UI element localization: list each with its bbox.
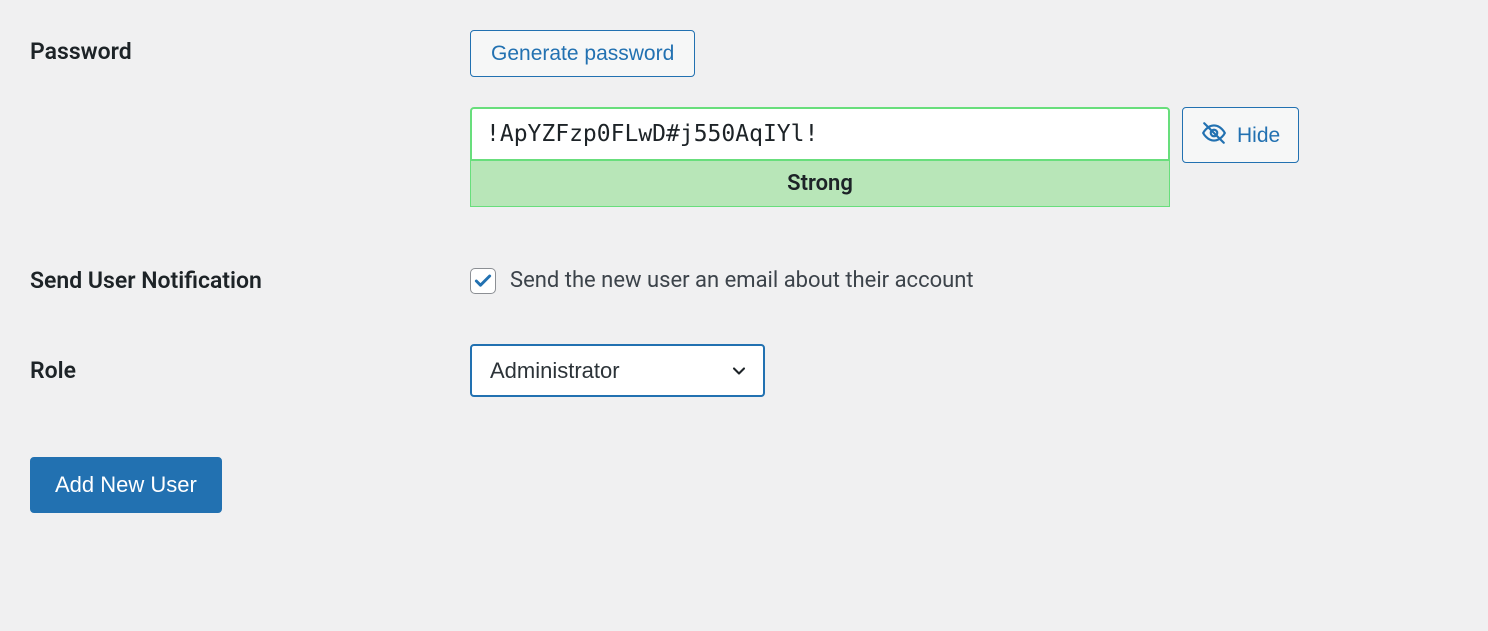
role-select-wrap: Administrator: [470, 344, 765, 397]
password-input-group: Strong: [470, 107, 1170, 207]
send-notification-checkbox[interactable]: [470, 268, 496, 294]
notification-checkbox-label[interactable]: Send the new user an email about their a…: [510, 268, 974, 293]
password-input[interactable]: [470, 107, 1170, 161]
role-field: Administrator: [470, 344, 1458, 397]
add-user-form: Password Generate password Strong: [30, 30, 1458, 513]
role-select[interactable]: Administrator: [470, 344, 765, 397]
password-field-group: Generate password Strong Hide: [470, 30, 1458, 207]
notification-checkbox-wrap: Send the new user an email about their a…: [470, 268, 1458, 294]
hide-button-label: Hide: [1237, 125, 1280, 146]
hide-password-button[interactable]: Hide: [1182, 107, 1299, 163]
password-strength-indicator: Strong: [470, 161, 1170, 207]
password-label: Password: [30, 30, 470, 65]
role-label: Role: [30, 357, 470, 384]
role-row: Role Administrator: [30, 344, 1458, 397]
submit-row: Add New User: [30, 457, 1458, 513]
password-input-wrap: Strong Hide: [470, 107, 1458, 207]
add-new-user-button[interactable]: Add New User: [30, 457, 222, 513]
eye-slash-icon: [1201, 120, 1227, 150]
generate-password-button[interactable]: Generate password: [470, 30, 695, 77]
check-icon: [473, 271, 493, 291]
notification-label: Send User Notification: [30, 267, 470, 294]
notification-field: Send the new user an email about their a…: [470, 268, 1458, 294]
password-row: Password Generate password Strong: [30, 30, 1458, 207]
notification-row: Send User Notification Send the new user…: [30, 267, 1458, 294]
